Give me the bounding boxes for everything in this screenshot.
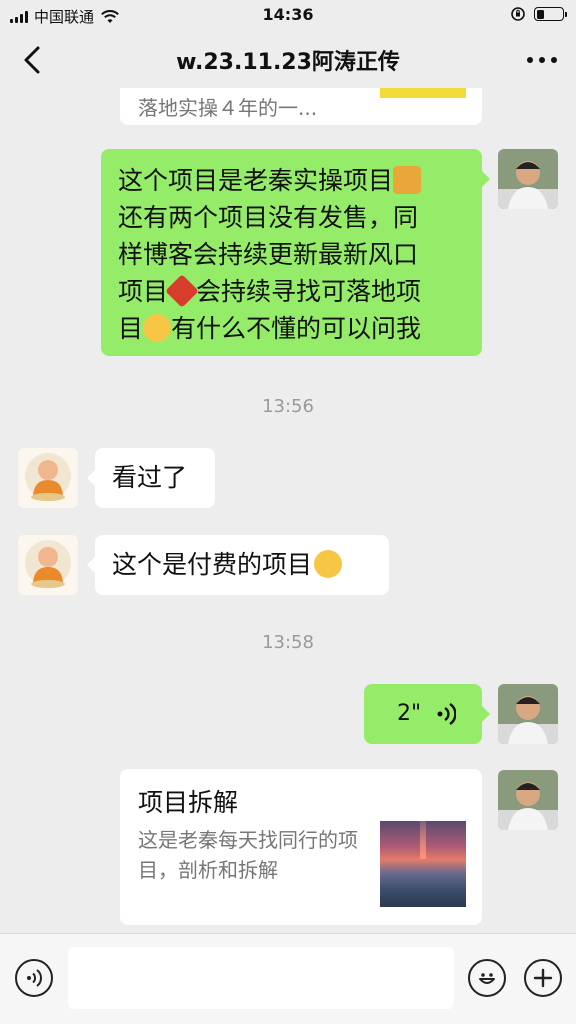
my-avatar[interactable] [498,684,558,744]
gift-emoji-icon [393,166,422,194]
message-line: 这个项目是老秦实操项目 [118,162,465,199]
my-avatar[interactable] [498,149,558,209]
message-text: 还有两个项目没有发售，同 [118,203,419,232]
avatar-monk-image [18,448,78,508]
status-time: 14:36 [262,5,314,24]
more-dots-icon [527,57,557,63]
message-text: 项目 [118,277,169,306]
orientation-lock-icon [511,7,525,21]
partial-card-desc: 落地实操４年的一... [138,96,318,120]
message-bubble[interactable]: 这个是付费的项目 [87,535,389,595]
voice-message-bubble[interactable]: 2" [364,684,490,744]
smiley-icon [479,973,495,984]
message-text: 有什么不懂的可以问我 [171,314,422,343]
voice-wave-icon [437,703,456,725]
contact-avatar[interactable] [18,535,78,595]
card-description: 这是老秦每天找同行的项目，剖析和拆解 [138,828,358,882]
message-text: 目 [118,314,144,343]
timestamp: 13:56 [262,396,314,417]
message-line: 目有什么不懂的可以问我 [118,310,465,347]
input-bar [0,933,576,1024]
more-button[interactable] [522,42,562,78]
message-text: 样博客会持续更新最新风口 [118,240,419,269]
link-card[interactable]: 项目拆解 这是老秦每天找同行的项目，剖析和拆解 [120,769,482,925]
message-text: 这个是付费的项目 [112,550,313,579]
avatar-photo [498,770,558,830]
chat-area[interactable]: 落地实操４年的一... 这个项目是老秦实操项目 还有两个项目没有发售，同 样博客… [0,88,576,933]
timestamp: 13:58 [262,632,314,653]
partial-link-card[interactable]: 落地实操４年的一... [120,88,482,125]
status-right [510,6,567,22]
card-thumbnail [380,821,466,907]
message-text: 看过了 [112,463,188,492]
fist-emoji-icon [143,314,172,342]
plus-icon [533,968,553,988]
avatar-monk-image [18,535,78,595]
laugh-cry-emoji-icon [314,550,343,578]
emoji-button[interactable] [468,959,506,997]
nav-bar: w.23.11.23阿涛正传 [0,30,576,88]
fu-emoji-icon [165,274,199,308]
avatar-photo [498,684,558,744]
message-bubble[interactable]: 这个项目是老秦实操项目 还有两个项目没有发售，同 样博客会持续更新最新风口 项目… [101,149,490,356]
voice-input-button[interactable] [15,959,53,997]
battery-icon [534,7,567,21]
more-functions-button[interactable] [524,959,562,997]
voice-duration: 2" [397,701,422,726]
chat-title: w.23.11.23阿涛正传 [176,50,400,75]
message-text: 这个项目是老秦实操项目 [118,166,394,195]
message-text: 会持续寻找可落地项 [196,277,422,306]
voice-icon [27,969,42,987]
avatar-photo [498,149,558,209]
contact-avatar[interactable] [18,448,78,508]
message-bubble[interactable]: 看过了 [87,448,215,508]
message-line: 项目 会持续寻找可落地项 [118,273,465,310]
card-title: 项目拆解 [138,788,239,817]
my-avatar[interactable] [498,770,558,830]
partial-card-thumb [380,88,466,98]
status-bar: 中国联通 14:36 [0,0,576,30]
message-input[interactable] [68,947,454,1009]
